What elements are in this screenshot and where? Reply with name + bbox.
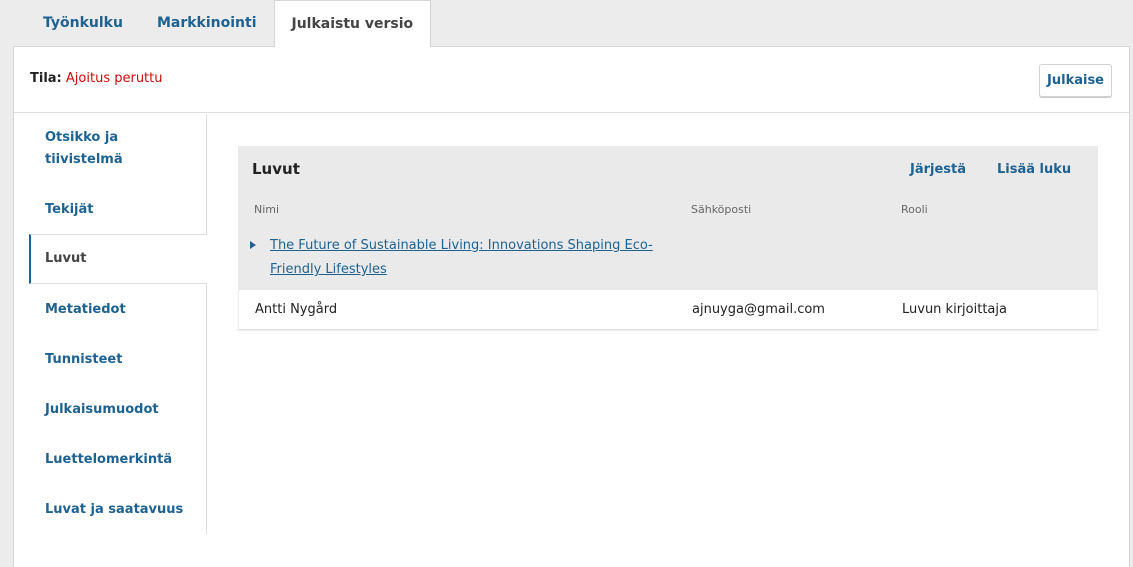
publication-sidenav: Otsikko ja tiivistelmä Tekijät Luvut Met… xyxy=(29,114,209,534)
sidebar-item-contributors[interactable]: Tekijät xyxy=(29,199,110,221)
add-chapter-link[interactable]: Lisää luku xyxy=(997,162,1071,177)
expand-caret-icon[interactable] xyxy=(250,241,256,249)
sidebar-item-chapters[interactable]: Luvut xyxy=(29,234,209,284)
sidebar-item-metadata[interactable]: Metatiedot xyxy=(29,299,142,321)
publish-button[interactable]: Julkaise xyxy=(1039,64,1112,97)
sidebar-item-publication-formats[interactable]: Julkaisumuodot xyxy=(29,399,175,421)
author-email: ajnuyga@gmail.com xyxy=(692,302,825,317)
chapter-title-link[interactable]: The Future of Sustainable Living: Innova… xyxy=(270,234,670,282)
sidebar-item-identifiers[interactable]: Tunnisteet xyxy=(29,349,138,371)
chapters-title: Luvut xyxy=(252,160,300,178)
publication-panel: Tila: Ajoitus peruttu Julkaise Otsikko j… xyxy=(13,46,1130,567)
tab-published-version[interactable]: Julkaistu versio xyxy=(273,0,432,47)
tab-workflow[interactable]: Työnkulku xyxy=(26,0,140,46)
chapters-list: Luvut Järjestä Lisää luku Nimi Sähköpost… xyxy=(238,146,1098,330)
author-name: Antti Nygård xyxy=(255,302,338,317)
column-header-name: Nimi xyxy=(254,203,280,216)
status-value: Ajoitus peruttu xyxy=(65,71,163,86)
status-bar: Tila: Ajoitus peruttu Julkaise xyxy=(14,47,1129,113)
author-role: Luvun kirjoittaja xyxy=(902,302,1007,317)
chapters-header: Luvut Järjestä Lisää luku Nimi Sähköpost… xyxy=(238,146,1098,290)
sidebar-item-title-abstract[interactable]: Otsikko ja tiivistelmä xyxy=(29,127,199,171)
column-header-email: Sähköposti xyxy=(691,203,752,216)
column-header-role: Rooli xyxy=(901,203,928,216)
sidebar-item-permissions[interactable]: Luvat ja saatavuus xyxy=(29,499,199,521)
publication-status: Tila: Ajoitus peruttu xyxy=(30,71,163,86)
tab-marketing[interactable]: Markkinointi xyxy=(140,0,274,46)
workflow-tabs: Työnkulku Markkinointi Julkaistu versio xyxy=(26,0,432,47)
status-label: Tila: xyxy=(30,71,62,86)
sort-chapters-link[interactable]: Järjestä xyxy=(910,162,966,177)
sidebar-item-catalog-entry[interactable]: Luettelomerkintä xyxy=(29,449,188,471)
table-row: Antti Nygård ajnuyga@gmail.com Luvun kir… xyxy=(238,290,1098,330)
